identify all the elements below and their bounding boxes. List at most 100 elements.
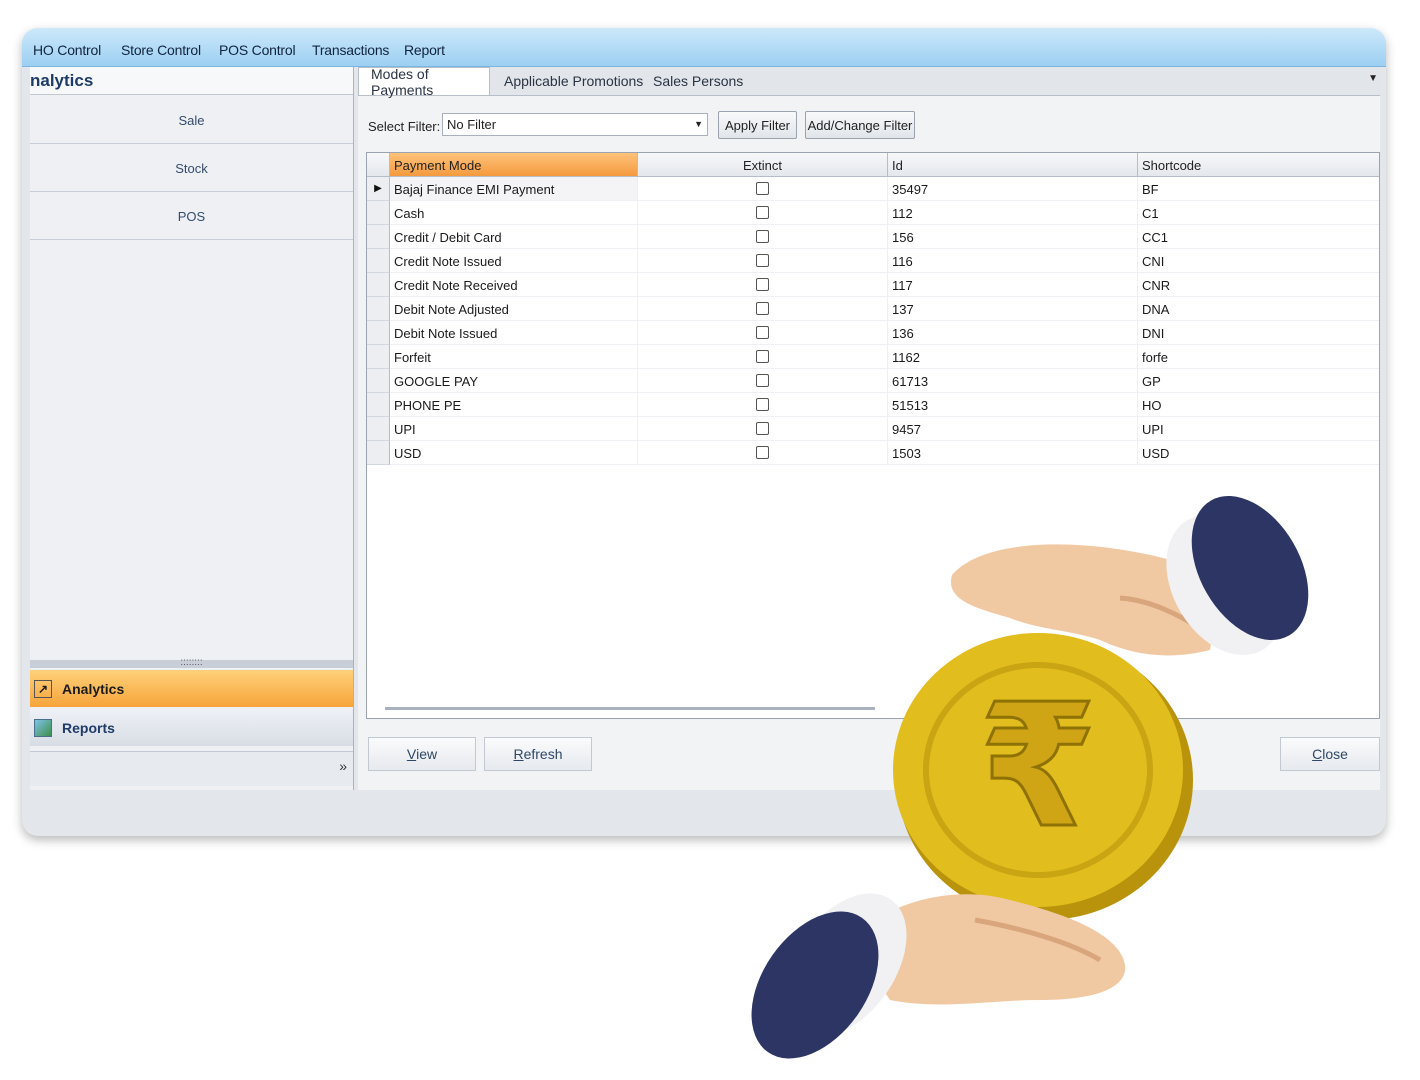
extinct-checkbox[interactable]	[756, 254, 769, 267]
table-row[interactable]: Credit Note Issued 116 CNI	[367, 249, 1379, 273]
row-selector[interactable]	[367, 225, 390, 249]
extinct-checkbox[interactable]	[756, 302, 769, 315]
cell-code[interactable]: BF	[1138, 177, 1379, 201]
table-row[interactable]: Debit Note Issued 136 DNI	[367, 321, 1379, 345]
menu-transactions[interactable]: Transactions	[312, 42, 389, 58]
row-selector[interactable]	[367, 369, 390, 393]
table-row[interactable]: Credit / Debit Card 156 CC1	[367, 225, 1379, 249]
table-row[interactable]: Debit Note Adjusted 137 DNA	[367, 297, 1379, 321]
menu-store-control[interactable]: Store Control	[121, 42, 201, 58]
menu-ho-control[interactable]: HO Control	[33, 42, 101, 58]
table-row[interactable]: PHONE PE 51513 HO	[367, 393, 1379, 417]
column-header-payment-mode[interactable]: Payment Mode	[390, 153, 638, 177]
cell-mode[interactable]: Forfeit	[390, 345, 638, 369]
table-row[interactable]: Forfeit 1162 forfe	[367, 345, 1379, 369]
cell-code[interactable]: DNA	[1138, 297, 1379, 321]
tab-modes-of-payments[interactable]: Modes of Payments	[358, 66, 490, 98]
filter-select[interactable]: No Filter ▼	[442, 113, 708, 136]
nav-button-pos[interactable]: POS	[30, 193, 353, 240]
nav-section-reports[interactable]: Reports	[30, 709, 353, 746]
extinct-checkbox[interactable]	[756, 182, 769, 195]
table-row[interactable]: GOOGLE PAY 61713 GP	[367, 369, 1379, 393]
tab-dropdown-icon[interactable]: ▼	[1368, 73, 1378, 84]
table-row[interactable]: USD 1503 USD	[367, 441, 1379, 465]
row-selector[interactable]	[367, 249, 390, 273]
extinct-checkbox[interactable]	[756, 326, 769, 339]
cell-code[interactable]: CNI	[1138, 249, 1379, 273]
extinct-checkbox[interactable]	[756, 278, 769, 291]
extinct-checkbox[interactable]	[756, 230, 769, 243]
table-row[interactable]: Cash 112 C1	[367, 201, 1379, 225]
nav-section-analytics[interactable]: ↗ Analytics	[30, 670, 353, 707]
cell-id[interactable]: 9457	[888, 417, 1138, 441]
refresh-button[interactable]: Refresh	[484, 737, 592, 771]
cell-id[interactable]: 1503	[888, 441, 1138, 465]
nav-button-stock[interactable]: Stock	[30, 145, 353, 192]
nav-panel-header: nalytics	[30, 67, 353, 95]
cell-id[interactable]: 35497	[888, 177, 1138, 201]
extinct-checkbox[interactable]	[756, 206, 769, 219]
row-selector[interactable]	[367, 417, 390, 441]
extinct-checkbox[interactable]	[756, 374, 769, 387]
view-button[interactable]: View	[368, 737, 476, 771]
menu-report[interactable]: Report	[404, 42, 445, 58]
add-change-filter-button[interactable]: Add/Change Filter	[805, 111, 915, 139]
row-selector[interactable]	[367, 441, 390, 465]
extinct-checkbox[interactable]	[756, 422, 769, 435]
table-row[interactable]: Credit Note Received 117 CNR	[367, 273, 1379, 297]
cell-code[interactable]: GP	[1138, 369, 1379, 393]
table-row[interactable]: ▶ Bajaj Finance EMI Payment 35497 BF	[367, 177, 1379, 201]
tab-sales-persons[interactable]: Sales Persons	[641, 67, 755, 95]
cell-mode[interactable]: GOOGLE PAY	[390, 369, 638, 393]
cell-mode[interactable]: Credit Note Received	[390, 273, 638, 297]
chevron-double-right-icon[interactable]: »	[339, 758, 347, 774]
column-header-id[interactable]: Id	[888, 153, 1138, 177]
cell-code[interactable]: CC1	[1138, 225, 1379, 249]
cell-code[interactable]: HO	[1138, 393, 1379, 417]
column-header-extinct[interactable]: Extinct	[638, 153, 888, 177]
nav-splitter[interactable]: ::::::::	[30, 658, 353, 668]
column-header-shortcode[interactable]: Shortcode	[1138, 153, 1379, 177]
extinct-checkbox[interactable]	[756, 398, 769, 411]
cell-mode[interactable]: Cash	[390, 201, 638, 225]
row-selector[interactable]	[367, 201, 390, 225]
cell-code[interactable]: forfe	[1138, 345, 1379, 369]
menu-bar: HO Control Store Control POS Control Tra…	[22, 28, 1386, 67]
row-selector[interactable]	[367, 345, 390, 369]
cell-mode[interactable]: PHONE PE	[390, 393, 638, 417]
row-selector[interactable]	[367, 273, 390, 297]
cell-id[interactable]: 136	[888, 321, 1138, 345]
cell-mode[interactable]: Bajaj Finance EMI Payment	[390, 177, 638, 201]
apply-filter-button[interactable]: Apply Filter	[718, 111, 797, 139]
row-selector[interactable]	[367, 393, 390, 417]
cell-mode[interactable]: USD	[390, 441, 638, 465]
cell-code[interactable]: DNI	[1138, 321, 1379, 345]
table-row[interactable]: UPI 9457 UPI	[367, 417, 1379, 441]
cell-id[interactable]: 116	[888, 249, 1138, 273]
nav-button-sale[interactable]: Sale	[30, 97, 353, 144]
cell-id[interactable]: 117	[888, 273, 1138, 297]
grid-corner[interactable]	[367, 153, 390, 177]
extinct-checkbox[interactable]	[756, 350, 769, 363]
cell-code[interactable]: CNR	[1138, 273, 1379, 297]
cell-id[interactable]: 156	[888, 225, 1138, 249]
cell-mode[interactable]: UPI	[390, 417, 638, 441]
cell-code[interactable]: USD	[1138, 441, 1379, 465]
row-selector[interactable]	[367, 297, 390, 321]
row-selector[interactable]: ▶	[367, 177, 390, 201]
cell-mode[interactable]: Credit / Debit Card	[390, 225, 638, 249]
cell-mode[interactable]: Credit Note Issued	[390, 249, 638, 273]
tab-applicable-promotions[interactable]: Applicable Promotions	[492, 67, 655, 95]
cell-code[interactable]: UPI	[1138, 417, 1379, 441]
cell-id[interactable]: 137	[888, 297, 1138, 321]
cell-id[interactable]: 61713	[888, 369, 1138, 393]
cell-code[interactable]: C1	[1138, 201, 1379, 225]
cell-id[interactable]: 1162	[888, 345, 1138, 369]
cell-mode[interactable]: Debit Note Adjusted	[390, 297, 638, 321]
cell-id[interactable]: 51513	[888, 393, 1138, 417]
row-selector[interactable]	[367, 321, 390, 345]
cell-id[interactable]: 112	[888, 201, 1138, 225]
extinct-checkbox[interactable]	[756, 446, 769, 459]
menu-pos-control[interactable]: POS Control	[219, 42, 296, 58]
cell-mode[interactable]: Debit Note Issued	[390, 321, 638, 345]
